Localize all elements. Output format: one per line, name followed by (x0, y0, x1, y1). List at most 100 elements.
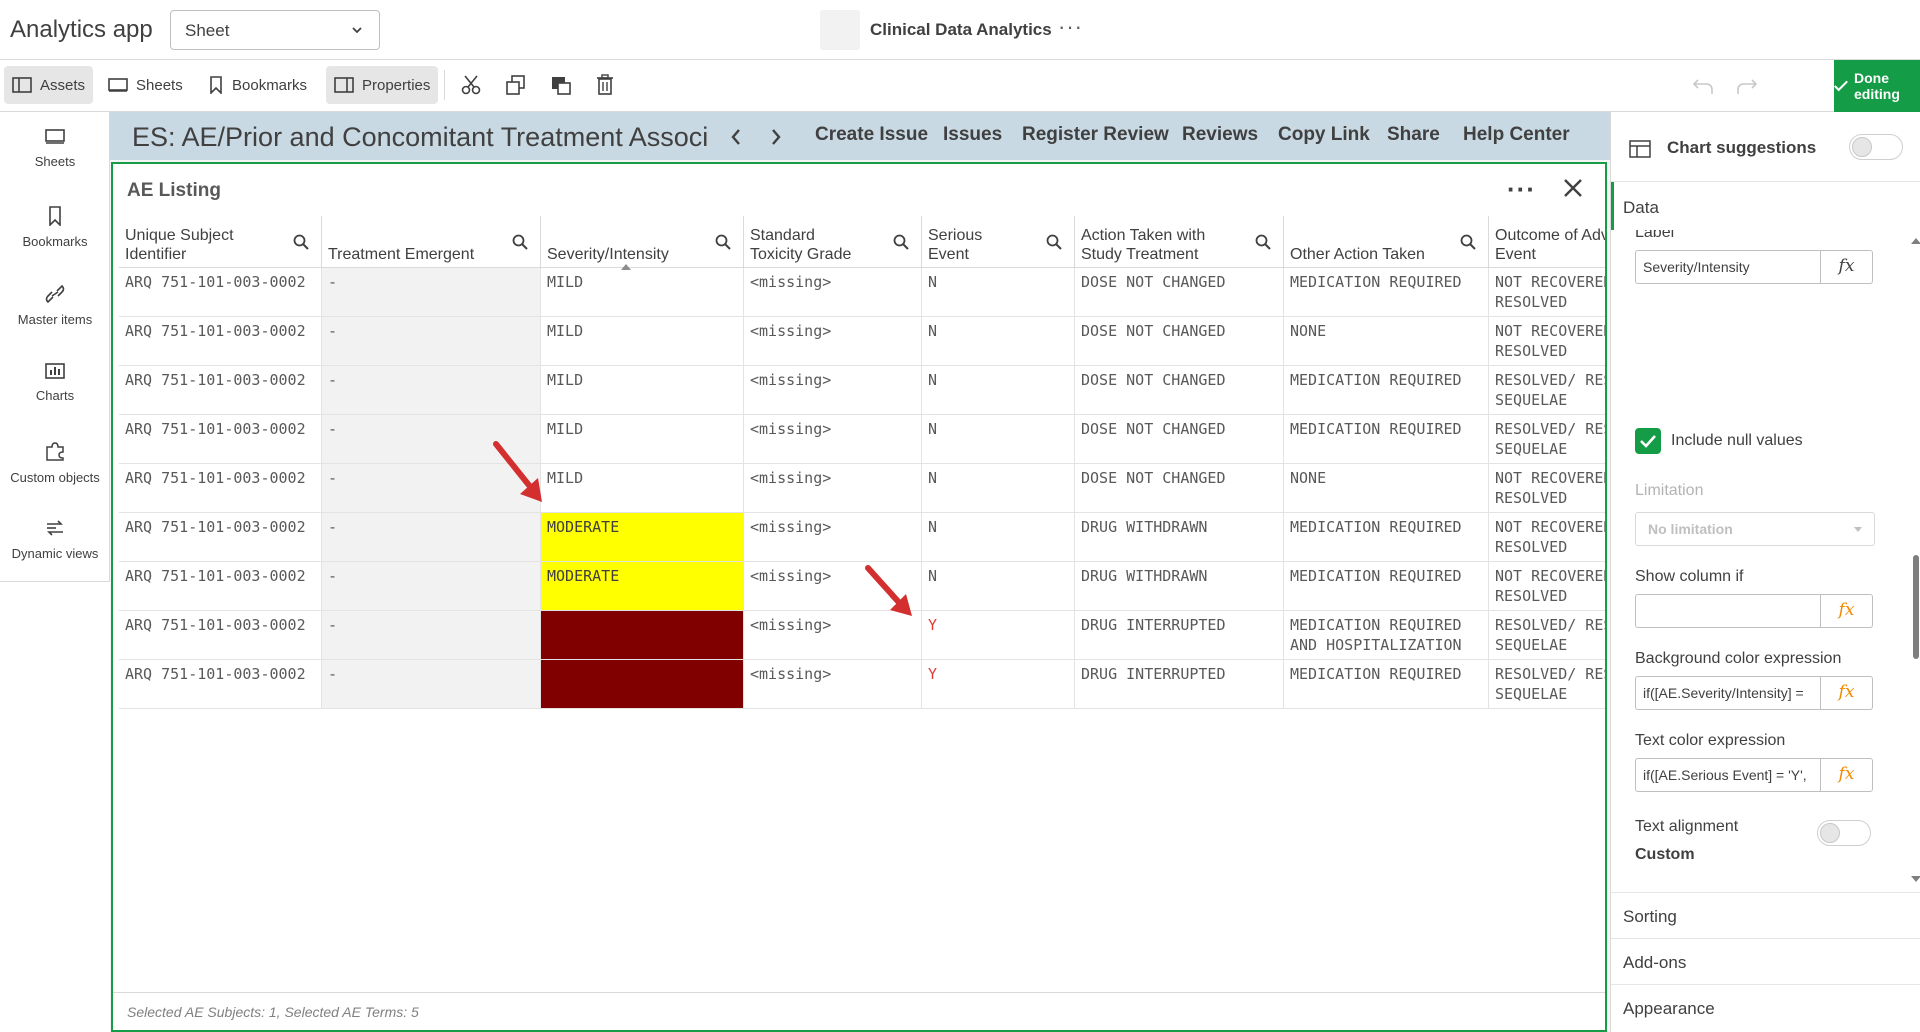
issues-link[interactable]: Issues (943, 124, 1002, 146)
create-issue-link[interactable]: Create Issue (815, 124, 928, 146)
delete-icon[interactable] (596, 74, 614, 96)
rail-item-sheets[interactable]: Sheets (0, 128, 110, 198)
table-cell[interactable]: MEDICATION REQUIRED AND HOSPITALIZATION (1284, 611, 1489, 659)
ae-listing-table-object[interactable]: AE Listing ··· Unique Subject Identifier T… (111, 162, 1607, 1032)
table-row[interactable]: ARQ 751-101-003-0002- MILD <missing> N DOSE … (119, 366, 1605, 415)
search-icon[interactable] (1046, 234, 1062, 250)
text-color-input[interactable]: if([AE.Serious Event] = 'Y', (1635, 758, 1821, 792)
copy-link-link[interactable]: Copy Link (1278, 124, 1370, 146)
table-cell[interactable]: NONE (1284, 464, 1489, 512)
table-cell[interactable]: N (922, 268, 1075, 316)
table-cell[interactable]: ARQ 751-101-003-0002 (119, 611, 322, 659)
table-cell[interactable]: MODERATE (541, 562, 744, 610)
scrollbar-thumb[interactable] (1913, 555, 1919, 659)
redo-icon[interactable] (1736, 74, 1758, 96)
table-cell[interactable]: SEVERE (541, 660, 744, 708)
col-treatment-emergent-header[interactable]: Treatment Emergent (322, 216, 541, 268)
table-row[interactable]: ARQ 751-101-003-0002- MODERATE <missing> N D… (119, 513, 1605, 562)
chart-suggestions-toggle[interactable] (1849, 134, 1903, 160)
table-row[interactable]: ARQ 751-101-003-0002- MILD <missing> N DOSE … (119, 415, 1605, 464)
table-cell[interactable]: MILD (541, 464, 744, 512)
undo-icon[interactable] (1692, 74, 1714, 96)
properties-button[interactable]: Properties (326, 66, 439, 104)
background-color-expression-button[interactable]: fx (1821, 676, 1873, 710)
table-row[interactable]: ARQ 751-101-003-0002- MILD <missing> N DOSE … (119, 464, 1605, 513)
previous-sheet-icon[interactable] (730, 128, 742, 146)
table-cell[interactable]: <missing> (744, 513, 922, 561)
table-cell[interactable]: MILD (541, 317, 744, 365)
table-cell[interactable]: ARQ 751-101-003-0002 (119, 366, 322, 414)
table-cell[interactable]: <missing> (744, 464, 922, 512)
sheets-button[interactable]: Sheets (100, 66, 191, 104)
panel-scrollbar[interactable] (1911, 230, 1920, 890)
table-cell[interactable]: MEDICATION REQUIRED (1284, 366, 1489, 414)
rail-item-master-items[interactable]: Master items (0, 284, 110, 354)
table-cell[interactable]: MEDICATION REQUIRED (1284, 562, 1489, 610)
search-icon[interactable] (512, 234, 528, 250)
table-cell[interactable]: NOT RECOVERED/NOT RESOLVED (1489, 562, 1605, 610)
table-cell[interactable]: DRUG WITHDRAWN (1075, 562, 1284, 610)
table-cell[interactable]: - (322, 611, 541, 659)
rail-item-custom-objects[interactable]: Custom objects (0, 440, 110, 510)
cut-icon[interactable] (460, 74, 482, 96)
table-row[interactable]: ARQ 751-101-003-0002- SEVERE <missing> Y DRU… (119, 660, 1605, 709)
table-cell[interactable]: - (322, 513, 541, 561)
table-cell[interactable]: <missing> (744, 366, 922, 414)
table-cell[interactable]: DRUG WITHDRAWN (1075, 513, 1284, 561)
table-cell[interactable]: SEVERE (541, 611, 744, 659)
table-cell[interactable]: MILD (541, 415, 744, 463)
col-severity-header[interactable]: Severity/Intensity (541, 216, 744, 270)
document-title[interactable]: Clinical Data Analytics (870, 20, 1052, 40)
table-cell[interactable]: DOSE NOT CHANGED (1075, 464, 1284, 512)
table-cell[interactable]: NOT RECOVERED/NOT RESOLVED (1489, 268, 1605, 316)
table-cell[interactable]: NOT RECOVERED/NOT RESOLVED (1489, 464, 1605, 512)
table-cell[interactable]: ARQ 751-101-003-0002 (119, 660, 322, 708)
more-options-icon[interactable]: ··· (1507, 174, 1536, 205)
table-cell[interactable]: MEDICATION REQUIRED (1284, 415, 1489, 463)
table-row[interactable]: ARQ 751-101-003-0002- MILD <missing> N DOSE … (119, 268, 1605, 317)
text-color-expression-button[interactable]: fx (1821, 758, 1873, 792)
search-icon[interactable] (1460, 234, 1476, 250)
label-expression-button[interactable]: fx (1821, 250, 1873, 284)
table-cell[interactable]: N (922, 464, 1075, 512)
share-link[interactable]: Share (1387, 124, 1440, 146)
table-cell[interactable]: <missing> (744, 660, 922, 708)
table-cell[interactable]: RESOLVED/ RESOLVED WITH SEQUELAE (1489, 415, 1605, 463)
include-null-checkbox[interactable] (1635, 428, 1661, 454)
table-cell[interactable]: MILD (541, 268, 744, 316)
table-cell[interactable]: N (922, 366, 1075, 414)
col-action-taken-header[interactable]: Action Taken with Study Treatment (1075, 216, 1284, 268)
table-cell[interactable]: N (922, 562, 1075, 610)
table-cell[interactable]: NONE (1284, 317, 1489, 365)
close-icon[interactable] (1563, 178, 1583, 198)
background-color-input[interactable]: if([AE.Severity/Intensity] = (1635, 676, 1821, 710)
col-outcome-header[interactable]: Outcome of AdverseEvent (1489, 216, 1605, 268)
assets-button[interactable]: Assets (4, 66, 94, 104)
table-cell[interactable]: MILD (541, 366, 744, 414)
sheet-dropdown[interactable]: Sheet (170, 10, 380, 50)
paste-icon[interactable] (550, 74, 572, 96)
table-cell[interactable]: Y (922, 660, 1075, 708)
table-cell[interactable]: NOT RECOVERED/NOT RESOLVED (1489, 513, 1605, 561)
table-cell[interactable]: ARQ 751-101-003-0002 (119, 562, 322, 610)
label-input[interactable]: Severity/Intensity (1635, 250, 1821, 284)
rail-item-bookmarks[interactable]: Bookmarks (0, 206, 110, 276)
table-cell[interactable]: <missing> (744, 268, 922, 316)
show-column-input[interactable] (1635, 594, 1821, 628)
search-icon[interactable] (893, 234, 909, 250)
table-cell[interactable]: ARQ 751-101-003-0002 (119, 268, 322, 316)
table-cell[interactable]: ARQ 751-101-003-0002 (119, 464, 322, 512)
col-toxicity-grade-header[interactable]: Standard Toxicity Grade (744, 216, 922, 268)
table-cell[interactable]: DOSE NOT CHANGED (1075, 366, 1284, 414)
table-cell[interactable]: N (922, 415, 1075, 463)
help-center-link[interactable]: Help Center (1463, 124, 1570, 146)
table-cell[interactable]: - (322, 366, 541, 414)
reviews-link[interactable]: Reviews (1182, 124, 1258, 146)
table-cell[interactable]: RESOLVED/ RESOLVED WITH SEQUELAE (1489, 611, 1605, 659)
appearance-section[interactable]: Appearance (1611, 984, 1920, 1030)
next-sheet-icon[interactable] (770, 128, 782, 146)
table-cell[interactable]: RESOLVED/ RESOLVED WITH SEQUELAE (1489, 366, 1605, 414)
scroll-down-icon[interactable] (1911, 876, 1920, 884)
table-cell[interactable]: - (322, 660, 541, 708)
col-other-action-header[interactable]: Other Action Taken (1284, 216, 1489, 268)
